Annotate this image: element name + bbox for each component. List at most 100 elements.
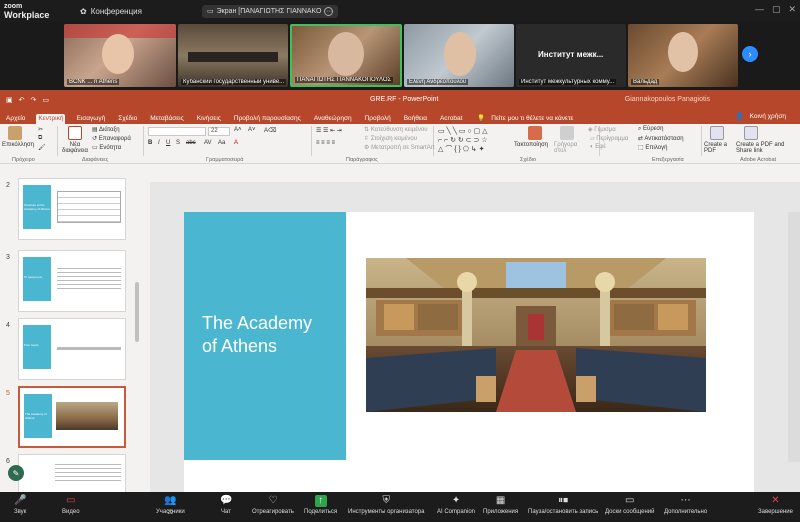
end-meeting-button[interactable]: ✕ Завершение <box>758 495 793 515</box>
arrange-button[interactable]: Τακτοποίηση <box>514 142 548 148</box>
more-button[interactable]: ⋯ Дополнительно <box>664 495 707 515</box>
tab-insert[interactable]: Εισαγωγή <box>74 114 107 124</box>
section-button[interactable]: ▭ Ενότητα <box>92 144 121 151</box>
participant-tile[interactable]: Институт межк... Институт межкультурных … <box>516 24 626 87</box>
align-icons[interactable]: ≡ ≡ ≡ ≡ <box>316 140 335 146</box>
tab-transitions[interactable]: Μεταβάσεις <box>148 114 186 124</box>
participant-tile[interactable]: Ελένη Ανδρεοπούλου <box>404 24 514 87</box>
shadow-icon[interactable]: S <box>176 140 180 146</box>
save-icon[interactable]: ▣ <box>6 96 13 104</box>
create-share-pdf-icon[interactable] <box>744 126 758 140</box>
font-color-icon[interactable]: A <box>234 140 238 146</box>
participant-name: ΠΑΝΑΓΙΩΤΗΣ ΓΙΑΝΝΑΚΟΠΟΥΛΟΣ <box>295 77 394 83</box>
host-tools-button[interactable]: ⛨ Инструменты организатора <box>348 495 424 515</box>
canvas-scrollbar[interactable] <box>788 212 800 462</box>
create-share-pdf-button[interactable]: Create a PDF and Share link <box>736 142 794 154</box>
share-screen-button[interactable]: ↑ Поделиться <box>304 495 337 515</box>
participants-button[interactable]: 👥22 Участники <box>156 495 185 516</box>
tab-home[interactable]: Κεντρική <box>36 114 66 124</box>
align-text-button[interactable]: ⇳ Στοίχιση κειμένου <box>364 135 417 142</box>
tab-slideshow[interactable]: Προβολή παρουσίασης <box>232 114 303 124</box>
participant-tile[interactable]: Кубанский государственный униве... <box>178 24 288 87</box>
participant-tile[interactable]: BCNK ... n Athens <box>64 24 176 87</box>
record-button[interactable]: ⏸⏹ Пауза/остановить запись <box>528 495 598 515</box>
start-slideshow-icon[interactable]: ▭ <box>42 96 49 104</box>
text-direction-button[interactable]: ⇅ Κατεύθυνση κειμένου <box>364 126 428 133</box>
share-banner[interactable]: ▭ Экран [ΠΑΝΑΓΙΩΤΗΣ ΓΙΑΝΝΑΚΟ ⋯ <box>201 4 339 18</box>
slide-title-panel[interactable]: The Academy of Athens <box>184 212 346 460</box>
new-slide-icon[interactable] <box>68 126 82 140</box>
ppt-user-name[interactable]: Giannakopoulos Panagiotis <box>625 96 710 103</box>
tab-file[interactable]: Αρχείο <box>4 114 27 124</box>
font-size-field[interactable]: 22 <box>208 127 230 136</box>
shrink-font-icon[interactable]: A˅ <box>248 127 256 133</box>
close-icon[interactable]: ✕ <box>788 4 796 15</box>
tab-view[interactable]: Προβολή <box>363 114 393 124</box>
thumbnail-scrollbar[interactable] <box>135 282 139 342</box>
slide-thumbnail[interactable]: Στον τομέα <box>18 318 126 380</box>
quick-styles-icon[interactable] <box>560 126 574 140</box>
tell-me-box[interactable]: 💡 Πείτε μου τι θέλετε να κάνετε <box>473 113 577 124</box>
tab-animations[interactable]: Κινήσεις <box>195 114 223 124</box>
mute-button[interactable]: 🎤 Звук <box>14 495 27 515</box>
slide-thumbnail[interactable] <box>18 454 126 494</box>
feedback-icon[interactable]: ✎ <box>8 465 24 481</box>
video-button[interactable]: ▭ Видео <box>62 495 80 515</box>
tab-review[interactable]: Αναθεώρηση <box>312 114 354 124</box>
paste-icon[interactable] <box>8 126 22 140</box>
ai-companion-button[interactable]: ✦ AI Companion <box>437 495 475 515</box>
slide-thumbnail[interactable]: Το όραμα μας <box>18 250 126 312</box>
react-button[interactable]: ♡ Отреагировать <box>252 495 294 515</box>
find-button[interactable]: ⌕ Εύρεση <box>638 126 663 133</box>
chat-button[interactable]: 💬 Чат <box>220 495 232 515</box>
shapes-gallery[interactable]: ▭ ╲ ╲ ▭ ○ ▢ △ ⌐ ⌐ ↻ ↻ ⊂ ⊃ ☆ △ ⌒ { } ⬠ ↳ ✦ <box>438 127 488 154</box>
slide-thumbnail-selected[interactable]: The Academy of Athens <box>18 386 126 448</box>
paste-button[interactable]: Επικόλληση <box>2 142 34 148</box>
current-slide[interactable]: The Academy of Athens <box>184 212 754 497</box>
undo-icon[interactable]: ↶ <box>19 96 25 104</box>
create-pdf-button[interactable]: Create a PDF <box>704 142 732 154</box>
bold-icon[interactable]: B <box>148 140 152 146</box>
share-button[interactable]: 👤 Κοινή χρήση <box>732 111 790 122</box>
quick-styles-button[interactable]: Γρήγορα στυλ <box>554 142 584 154</box>
new-slide-button[interactable]: Νέα διαφάνεια <box>60 142 90 154</box>
options-icon[interactable]: ⋯ <box>324 6 334 16</box>
italic-icon[interactable]: I <box>158 140 160 146</box>
replace-button[interactable]: ⇄ Αντικατάσταση <box>638 135 684 142</box>
select-button[interactable]: ⬚ Επιλογή <box>638 144 667 151</box>
apps-button[interactable]: ▦ Приложения <box>483 495 518 515</box>
next-page-icon[interactable]: › <box>742 46 758 62</box>
participant-tile-active[interactable]: ΠΑΝΑΓΙΩΤΗΣ ΓΙΑΝΝΑΚΟΠΟΥΛΟΣ <box>290 24 402 87</box>
strikethrough-icon[interactable]: abc <box>186 140 196 146</box>
slide-title[interactable]: The Academy of Athens <box>202 312 332 358</box>
create-pdf-icon[interactable] <box>710 126 724 140</box>
tab-acrobat[interactable]: Acrobat <box>438 114 464 124</box>
shape-outline-button[interactable]: ▱ Περίγραμμα <box>590 135 628 142</box>
tab-help[interactable]: Βοήθεια <box>402 114 429 124</box>
redo-icon[interactable]: ↷ <box>31 96 37 104</box>
academy-hall-photo[interactable] <box>366 258 706 412</box>
change-case-icon[interactable]: Aa <box>218 140 225 146</box>
whiteboard-button[interactable]: ▭ Доски сообщений <box>605 495 655 515</box>
minimize-icon[interactable]: — <box>755 4 764 15</box>
font-name-field[interactable] <box>148 127 206 136</box>
fill-icon: ◈ <box>588 127 593 133</box>
grow-font-icon[interactable]: A˄ <box>234 127 242 133</box>
convert-smartart-button[interactable]: ⚙ Μετατροπή σε SmartArt <box>364 144 434 151</box>
reset-button[interactable]: ↺ Επαναφορά <box>92 135 131 142</box>
arrange-icon[interactable] <box>528 126 542 140</box>
format-painter-icon[interactable]: 🖌 <box>38 144 46 151</box>
maximize-icon[interactable]: ▢ <box>772 4 781 15</box>
effects-button[interactable]: ◐ Εφέ <box>590 144 606 150</box>
slide-thumbnail[interactable]: Structure of the Academy of Athens <box>18 178 126 240</box>
cut-icon[interactable]: ✂ <box>38 126 43 133</box>
char-spacing-icon[interactable]: AV <box>204 140 212 146</box>
conference-tab[interactable]: ✿ Конференция <box>80 7 142 16</box>
layout-button[interactable]: ▤ Διάταξη <box>92 126 120 133</box>
tab-design[interactable]: Σχέδιο <box>116 114 139 124</box>
copy-icon[interactable]: ⧉ <box>38 135 42 142</box>
clear-formatting-icon[interactable]: A⌫ <box>264 127 277 134</box>
underline-icon[interactable]: U <box>166 140 170 146</box>
participant-tile[interactable]: Вальдад <box>628 24 738 87</box>
bullets-icon[interactable]: ☰ ☰ ⇤ ⇥ <box>316 127 342 134</box>
